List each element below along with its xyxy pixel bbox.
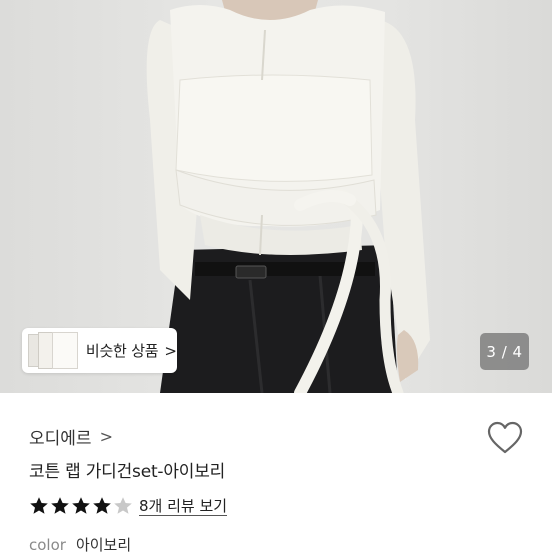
star-filled-icon [51,497,69,514]
star-filled-icon [93,497,111,514]
heart-icon[interactable] [487,421,523,455]
similar-products-button[interactable]: 비슷한 상품 > [22,328,177,373]
product-info-section: 오디에르 > 코튼 랩 가디건set-아이보리 8개 리뷰 보기 color 아… [0,393,552,552]
option-row: color 아이보리 [29,534,131,552]
similar-products-label: 비슷한 상품 [85,342,159,360]
star-empty-icon [114,497,132,514]
review-link[interactable]: 8개 리뷰 보기 [139,497,228,516]
chevron-right-icon: > [164,341,177,360]
image-page-indicator: 3 / 4 [480,333,529,370]
option-key: color [29,536,66,552]
chevron-right-icon: > [99,427,113,446]
option-value: 아이보리 [75,536,132,552]
product-image[interactable]: 비슷한 상품 > 3 / 4 [0,0,552,393]
brand-name: 오디에르 [29,429,92,449]
product-title: 코튼 랩 가디건set-아이보리 [29,462,226,482]
product-detail-screen: 비슷한 상품 > 3 / 4 오디에르 > 코튼 랩 가디건set-아이보리 8… [0,0,552,552]
brand-link[interactable]: 오디에르 > [29,424,113,449]
star-filled-icon [72,497,90,514]
similar-products-thumbnail [22,328,78,373]
rating-row: 8개 리뷰 보기 [29,495,228,517]
star-rating [29,496,133,516]
star-filled-icon [30,497,48,514]
